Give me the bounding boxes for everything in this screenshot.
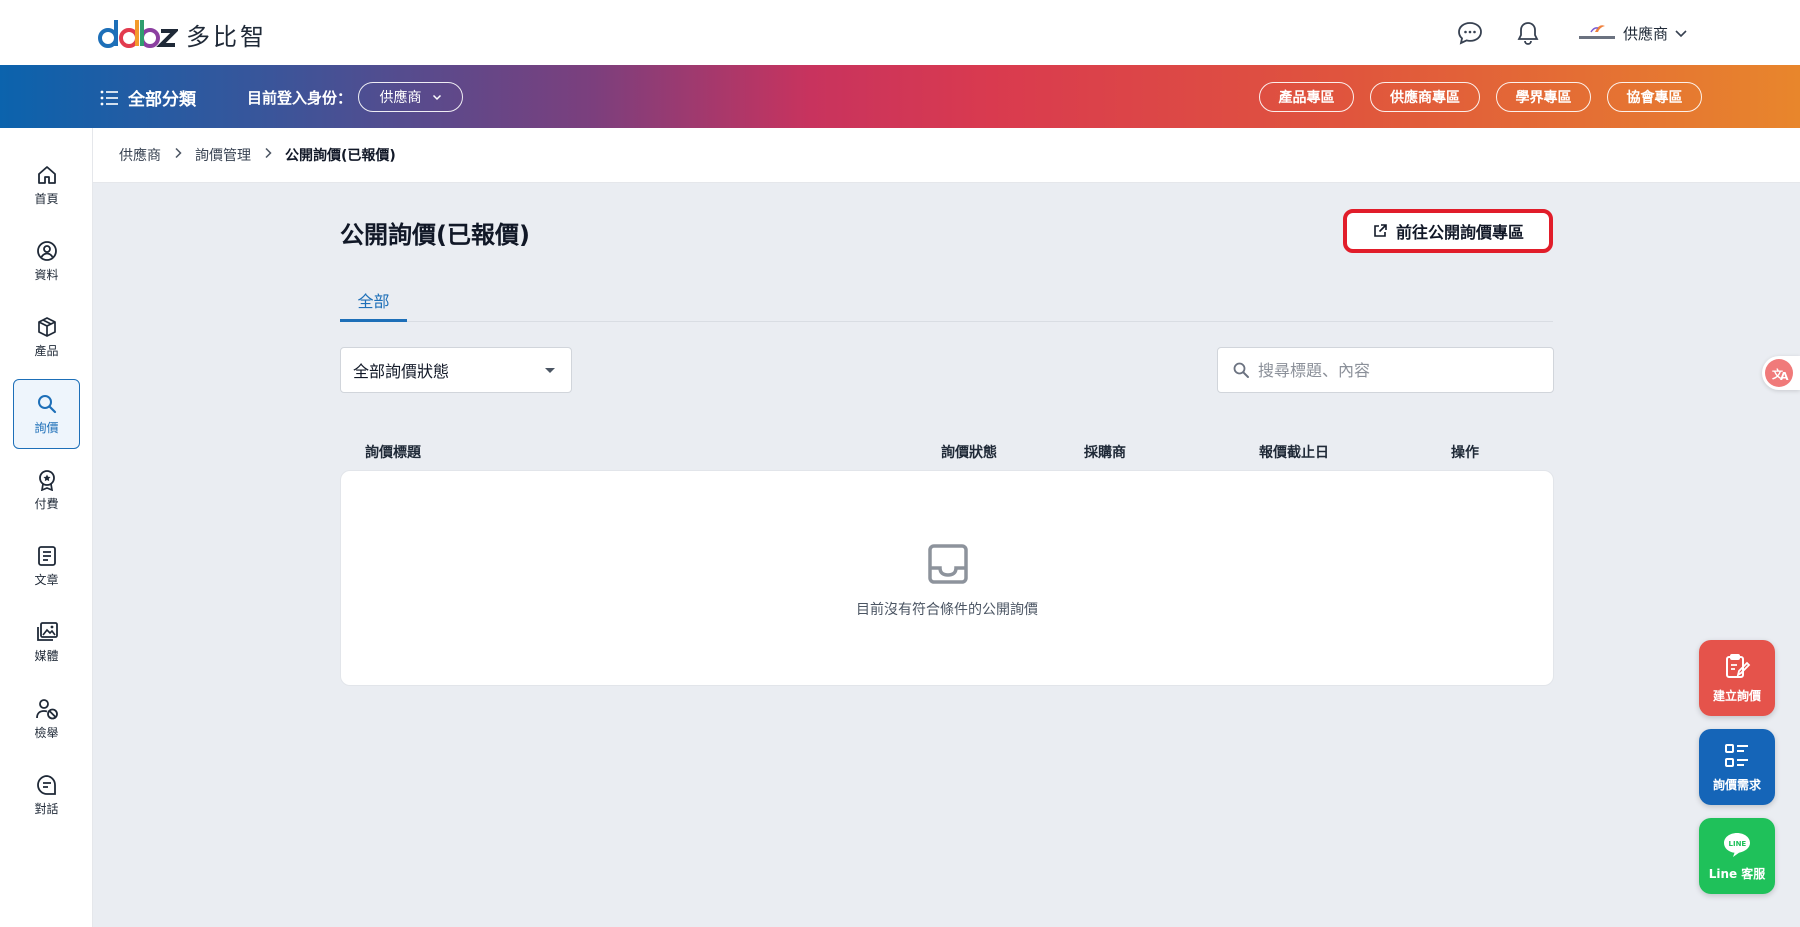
media-icon: [36, 621, 58, 641]
line-chat-icon: LINE: [1724, 832, 1750, 857]
create-inquiry-label: 建立詢價: [1712, 688, 1761, 703]
box-icon: [37, 316, 56, 337]
breadcrumb: 供應商 詢價管理 公開詢價(已報價): [93, 128, 1800, 183]
all-categories-button[interactable]: 全部分類: [100, 85, 196, 110]
zone-associations-button[interactable]: 協會專區: [1607, 82, 1702, 112]
page-title: 公開詢價(已報價): [340, 221, 530, 249]
sidebar-item-label: 付費: [34, 496, 59, 511]
list-grid-icon: [1725, 743, 1748, 767]
sidebar-item-articles[interactable]: 文章: [13, 531, 80, 601]
role-select[interactable]: 供應商: [358, 82, 463, 112]
search-input[interactable]: [1258, 360, 1539, 380]
tab-bar: 全部: [340, 280, 1553, 322]
sidebar-item-payment[interactable]: 付費: [13, 455, 80, 525]
role-value: 供應商: [379, 90, 422, 106]
inquiry-table: 目前沒有符合條件的公開詢價: [340, 470, 1554, 686]
tab-all[interactable]: 全部: [340, 280, 407, 322]
user-name: 供應商: [1623, 24, 1669, 43]
sidebar-item-label: 對話: [34, 801, 59, 816]
breadcrumb-current: 公開詢價(已報價): [285, 148, 396, 164]
column-header-status: 詢價狀態: [941, 445, 997, 461]
award-icon: [38, 469, 55, 491]
bell-icon[interactable]: [1515, 20, 1541, 46]
breadcrumb-inquiry-management[interactable]: 詢價管理: [195, 145, 251, 165]
search-icon: [37, 394, 56, 413]
chevron-right-icon: [263, 147, 273, 163]
line-support-label: Line 客服: [1708, 866, 1766, 881]
zone-academia-button[interactable]: 學界專區: [1496, 82, 1591, 112]
sidebar-item-products[interactable]: 產品: [13, 302, 80, 372]
inquiry-needs-button[interactable]: 詢價需求: [1699, 729, 1775, 805]
translate-icon: 文A: [1765, 359, 1793, 387]
message-icon[interactable]: [1457, 20, 1483, 46]
document-icon: [37, 545, 56, 566]
sidebar-item-label: 產品: [34, 343, 59, 358]
all-categories-label: 全部分類: [128, 90, 196, 110]
create-inquiry-button[interactable]: 建立詢價: [1699, 640, 1775, 716]
sidebar-item-label: 首頁: [34, 191, 59, 206]
sidebar-item-media[interactable]: 媒體: [13, 607, 80, 677]
user-menu[interactable]: 供應商: [1577, 20, 1688, 46]
search-icon: [1233, 362, 1249, 378]
role-label: 目前登入身份：: [247, 89, 353, 107]
inquiry-needs-label: 詢價需求: [1712, 777, 1761, 792]
goto-public-inquiry-button[interactable]: 前往公開詢價專區: [1343, 209, 1553, 253]
user-circle-icon: [36, 240, 57, 261]
sidebar-item-label: 文章: [34, 572, 59, 587]
sidebar-item-label: 詢價: [34, 420, 59, 435]
report-user-icon: [35, 698, 58, 719]
sidebar-item-inquiry[interactable]: 詢價: [13, 379, 80, 449]
line-logo-text: LINE: [1729, 840, 1747, 848]
logo-text: 多比智: [186, 22, 267, 51]
chevron-down-icon: [432, 94, 441, 101]
main-navbar: 全部分類 目前登入身份： 供應商 產品專區 供應商專區 學界專區 協會專區: [0, 65, 1800, 128]
inbox-icon: [928, 544, 968, 584]
caret-down-icon: [545, 368, 555, 373]
site-logo[interactable]: 多比智: [98, 16, 267, 52]
translate-button[interactable]: 文A: [1762, 356, 1800, 390]
sidebar: 首頁 資料 產品 詢價 付費 文章 媒體 檢舉 對話: [0, 128, 93, 927]
column-header-actions: 操作: [1451, 445, 1479, 461]
goto-button-label: 前往公開詢價專區: [1395, 223, 1524, 242]
status-filter-select[interactable]: 全部詢價狀態: [340, 347, 572, 393]
sidebar-item-label: 檢舉: [34, 725, 59, 740]
sidebar-item-label: 資料: [34, 267, 59, 282]
external-link-icon: [1374, 224, 1387, 237]
column-header-deadline: 報價截止日: [1259, 445, 1329, 461]
breadcrumb-supplier[interactable]: 供應商: [119, 145, 161, 165]
home-icon: [37, 165, 56, 184]
status-filter-value: 全部詢價狀態: [353, 362, 450, 381]
empty-state-text: 目前沒有符合條件的公開詢價: [856, 602, 1038, 618]
column-header-buyer: 採購商: [1084, 445, 1126, 461]
sidebar-item-label: 媒體: [34, 648, 59, 663]
sidebar-item-home[interactable]: 首頁: [13, 150, 80, 220]
sidebar-item-chat[interactable]: 對話: [13, 760, 80, 830]
zone-suppliers-button[interactable]: 供應商專區: [1370, 82, 1480, 112]
column-header-title: 詢價標題: [365, 445, 421, 461]
list-icon: [100, 90, 118, 105]
sidebar-item-profile[interactable]: 資料: [13, 226, 80, 296]
chevron-down-icon: [1675, 30, 1687, 38]
line-support-button[interactable]: LINE Line 客服: [1699, 818, 1775, 894]
sidebar-item-report[interactable]: 檢舉: [13, 684, 80, 754]
chat-icon: [36, 774, 56, 795]
clipboard-edit-icon: [1726, 653, 1751, 678]
search-box: [1217, 347, 1554, 393]
top-header: 多比智 供應商: [0, 0, 1800, 65]
company-logo-icon: [1579, 25, 1615, 39]
zone-products-button[interactable]: 產品專區: [1259, 82, 1354, 112]
dobiz-logo-icon: [98, 20, 178, 48]
chevron-right-icon: [173, 147, 183, 163]
svg-text:A: A: [1780, 370, 1789, 383]
